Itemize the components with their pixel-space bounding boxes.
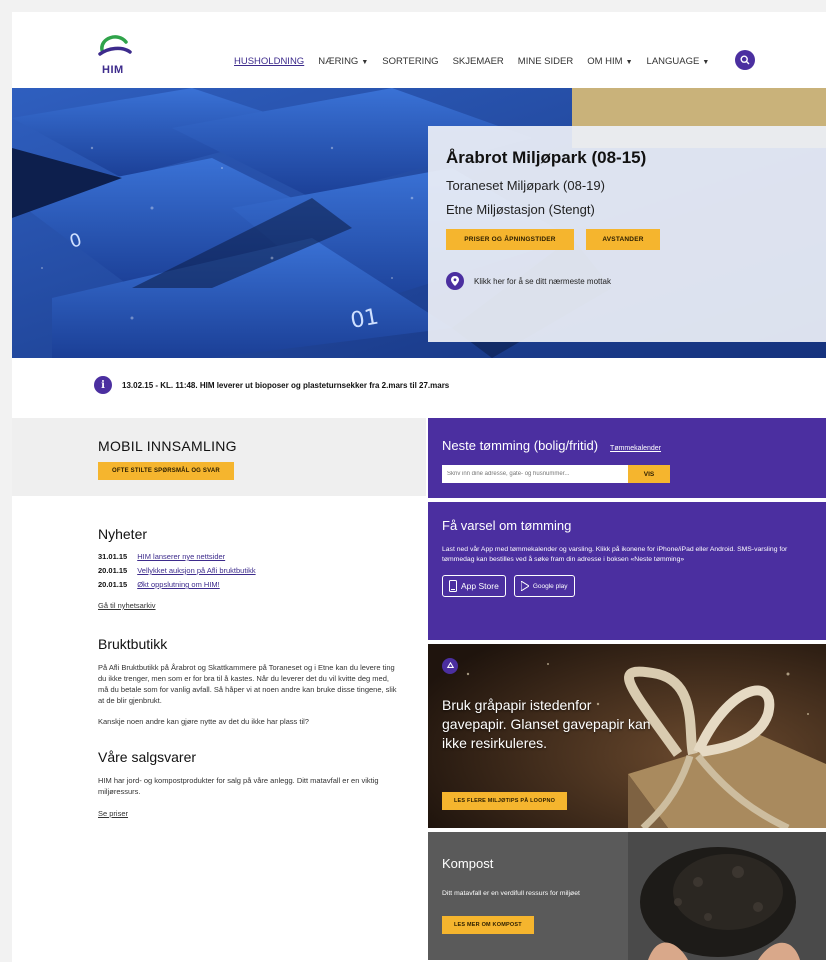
news-date: 20.01.15 bbox=[98, 566, 128, 575]
faq-button[interactable]: OFTE STILTE SPØRSMÅL OG SVAR bbox=[98, 462, 234, 480]
nav-label: HUSHOLDNING bbox=[234, 56, 305, 67]
logo-text: HIM bbox=[102, 64, 124, 76]
nav-label: LANGUAGE bbox=[646, 56, 700, 67]
nav-item-om-him[interactable]: OM HIM ▼ bbox=[587, 56, 632, 67]
compost-title: Kompost bbox=[442, 856, 494, 871]
nearest-location-link[interactable]: Klikk her for å se ditt nærmeste mottak bbox=[446, 272, 826, 290]
hero-banner: 0 01 Årabrot Miljøpark (08-15) Toraneset… bbox=[12, 88, 826, 358]
facility-etne: Etne Miljøstasjon (Stengt) bbox=[446, 202, 595, 217]
notice-bar: i 13.02.15 - KL. 11:48. HIM leverer ut b… bbox=[94, 376, 449, 394]
page: HIM HUSHOLDNING NÆRING ▼ SORTERING SKJEMA… bbox=[12, 12, 826, 962]
search-button[interactable] bbox=[735, 50, 755, 70]
collection-calendar-link[interactable]: Tømmekalender bbox=[610, 445, 661, 452]
bruktbutikk-section: Bruktbutikk På Afli Bruktbutikk på Årabr… bbox=[98, 636, 398, 727]
nav-item-language[interactable]: LANGUAGE ▼ bbox=[647, 56, 710, 67]
facility-arabrot: Årabrot Miljøpark (08-15) bbox=[446, 148, 647, 167]
address-input[interactable] bbox=[442, 465, 628, 483]
facility-toraneset: Toraneset Miljøpark (08-19) bbox=[446, 178, 605, 193]
nav-label: OM HIM bbox=[587, 56, 623, 67]
bruktbutikk-text-2: Kanskje noen andre kan gjøre nytte av de… bbox=[98, 717, 309, 726]
right-column: Neste tømming (bolig/fritid) Tømmekalend… bbox=[428, 418, 826, 960]
compost-card: Kompost Ditt matavfall er en verdifull r… bbox=[428, 832, 826, 960]
nav-item-husholdning[interactable]: HUSHOLDNING bbox=[234, 56, 304, 67]
nav-label: MINE SIDER bbox=[517, 56, 574, 67]
salgsvarer-section: Våre salgsvarer HIM har jord- og kompost… bbox=[98, 749, 398, 818]
distances-button[interactable]: AVSTANDER bbox=[586, 229, 660, 250]
app-store-button[interactable]: App Store bbox=[442, 575, 506, 597]
next-collection-title-row: Neste tømming (bolig/fritid) Tømmekalend… bbox=[442, 438, 826, 453]
logo-swoosh-icon bbox=[98, 35, 132, 56]
nav-label: SORTERING bbox=[382, 56, 439, 67]
site-header: HIM HUSHOLDNING NÆRING ▼ SORTERING SKJEMA… bbox=[12, 12, 826, 88]
prices-link[interactable]: Se priser bbox=[98, 809, 398, 818]
caret-down-icon: ▼ bbox=[702, 59, 710, 66]
nav-item-mine-sider[interactable]: MINE SIDER bbox=[518, 56, 573, 67]
eco-tips-button[interactable]: LES FLERE MILJØTIPS PÅ LOOPNO bbox=[442, 792, 568, 810]
news-date: 31.01.15 bbox=[98, 552, 128, 561]
news-item: 20.01.15 Økt oppslutning om HIM! bbox=[98, 580, 398, 589]
left-column: Nyheter 31.01.15 HIM lanserer nye nettsi… bbox=[98, 526, 398, 818]
news-archive-link[interactable]: Gå til nyhetsarkiv bbox=[98, 601, 398, 610]
nav-label: SKJEMAER bbox=[452, 56, 504, 67]
news-item: 31.01.15 HIM lanserer nye nettsider bbox=[98, 552, 398, 561]
google-play-label: Google play bbox=[532, 582, 568, 590]
him-logo[interactable]: HIM bbox=[96, 28, 136, 76]
play-icon bbox=[520, 581, 529, 591]
notice-text: 13.02.15 - KL. 11:48. HIM leverer ut bio… bbox=[122, 380, 450, 390]
address-form: VIS bbox=[442, 465, 826, 483]
collection-alert-card: Få varsel om tømming Last ned vår App me… bbox=[428, 502, 826, 640]
next-collection-card: Neste tømming (bolig/fritid) Tømmekalend… bbox=[428, 418, 826, 498]
store-buttons: App Store Google play bbox=[442, 575, 810, 597]
location-pin-icon bbox=[446, 272, 464, 290]
app-store-label: App Store bbox=[461, 581, 499, 591]
news-title: Nyheter bbox=[98, 526, 148, 542]
location-text: Klikk her for å se ditt nærmeste mottak bbox=[474, 276, 611, 286]
news-link[interactable]: Økt oppslutning om HIM! bbox=[137, 580, 220, 589]
news-item: 20.01.15 Vellykket auksjon på Afli brukt… bbox=[98, 566, 398, 575]
alert-text: Last ned vår App med tømmekalender og va… bbox=[442, 546, 788, 563]
svg-text:01: 01 bbox=[349, 304, 381, 333]
nav-item-naering[interactable]: NÆRING ▼ bbox=[318, 56, 368, 67]
compost-text: Ditt matavfall er en verdifull ressurs f… bbox=[442, 890, 580, 897]
salgsvarer-title: Våre salgsvarer bbox=[98, 749, 197, 765]
phone-icon bbox=[449, 580, 457, 592]
mobil-innsamling-section: MOBIL INNSAMLING OFTE STILTE SPØRSMÅL OG… bbox=[12, 418, 426, 496]
main-nav: HUSHOLDNING NÆRING ▼ SORTERING SKJEMAER M… bbox=[234, 56, 709, 67]
mobil-title: MOBIL INNSAMLING bbox=[98, 438, 237, 454]
prices-hours-button[interactable]: PRISER OG ÅPNINGSTIDER bbox=[446, 229, 574, 250]
caret-down-icon: ▼ bbox=[361, 59, 369, 66]
hero-buttons: PRISER OG ÅPNINGSTIDER AVSTANDER bbox=[446, 229, 826, 250]
google-play-button[interactable]: Google play bbox=[513, 575, 575, 597]
gift-paper-text: Bruk gråpapir istedenfor gavepapir. Glan… bbox=[442, 697, 651, 751]
gift-paper-card: Bruk gråpapir istedenfor gavepapir. Glan… bbox=[428, 644, 826, 828]
nav-label: NÆRING bbox=[318, 56, 359, 67]
news-link[interactable]: Vellykket auksjon på Afli bruktbutikk bbox=[137, 566, 255, 575]
show-button[interactable]: VIS bbox=[628, 465, 670, 483]
next-collection-title: Neste tømming (bolig/fritid) bbox=[442, 438, 599, 453]
opening-hours-panel: Årabrot Miljøpark (08-15) Toraneset Milj… bbox=[428, 126, 826, 342]
bruktbutikk-title: Bruktbutikk bbox=[98, 636, 168, 652]
read-compost-button[interactable]: LES MER OM KOMPOST bbox=[442, 916, 534, 934]
salgsvarer-text: HIM har jord- og kompostprodukter for sa… bbox=[98, 776, 379, 796]
news-date: 20.01.15 bbox=[98, 580, 128, 589]
search-icon bbox=[740, 55, 750, 65]
nav-item-sortering[interactable]: SORTERING bbox=[382, 56, 438, 67]
alert-title: Få varsel om tømming bbox=[442, 518, 572, 533]
recycle-icon bbox=[442, 658, 458, 674]
caret-down-icon: ▼ bbox=[625, 59, 633, 66]
bruktbutikk-text: På Afli Bruktbutikk på Årabrot og Skattk… bbox=[98, 663, 397, 705]
info-icon: i bbox=[94, 376, 112, 394]
news-link[interactable]: HIM lanserer nye nettsider bbox=[137, 552, 225, 561]
nav-item-skjemaer[interactable]: SKJEMAER bbox=[453, 56, 504, 67]
